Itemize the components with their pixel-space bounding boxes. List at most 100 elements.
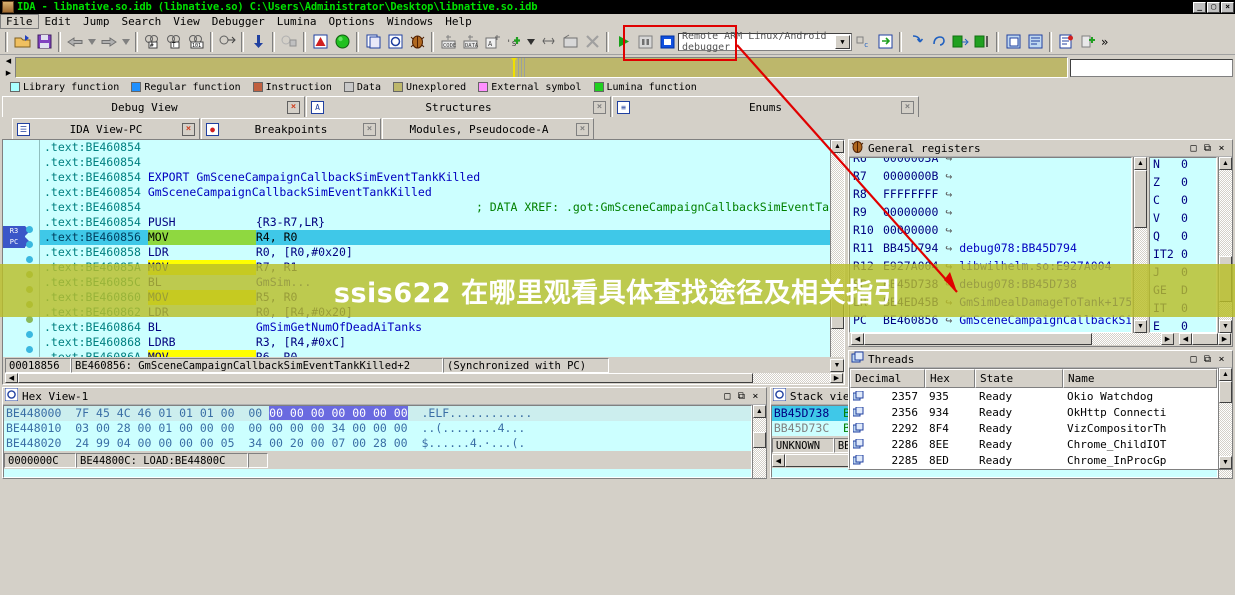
threads-restore-button[interactable]: ⧉	[1202, 354, 1213, 365]
menu-windows[interactable]: Windows	[381, 14, 439, 29]
register-value[interactable]: BB45D794	[883, 241, 938, 255]
flags-hscroll-right-icon[interactable]: ▶	[1218, 333, 1231, 345]
disassembly-code-column[interactable]: .text:BE460854 .text:BE460854 .text:BE46…	[40, 140, 830, 357]
disassembly-line[interactable]: .text:BE460854	[40, 155, 830, 170]
disassembly-line[interactable]: .text:BE46085C BL GmSim...	[40, 275, 830, 290]
tab-enums[interactable]: ≡ Enums ×	[612, 96, 919, 117]
disassembly-line[interactable]: .text:BE460862 LDR R0, [R4,#0x20]	[40, 305, 830, 320]
flag-row[interactable]: V0	[1150, 209, 1216, 227]
scroll-up-icon[interactable]: ▲	[1219, 368, 1232, 381]
threads-col-decimal[interactable]: Decimal	[850, 369, 925, 388]
disassembly-line[interactable]: .text:BE46085A MOV R7, R1	[40, 260, 830, 275]
disassembly-line[interactable]: .text:BE460868 LDRB R3, [R4,#0xC]	[40, 335, 830, 350]
menubar[interactable]: File Edit Jump Search View Debugger Lumi…	[0, 13, 1235, 29]
window-controls[interactable]: _ ▢ ×	[1193, 1, 1234, 13]
make-struct-icon[interactable]: 's	[503, 31, 525, 53]
register-value[interactable]: 0000000B	[883, 169, 938, 183]
hexview-maximize-button[interactable]: □	[722, 391, 733, 402]
hex-bytes-selected[interactable]: 00 00 00 00 00 00 00	[269, 406, 408, 420]
back-dropdown-icon[interactable]	[86, 31, 98, 53]
top-tab-row[interactable]: Debug View × A Structures × ≡ Enums ×	[0, 95, 1235, 117]
hex-view-panel[interactable]: Hex View-1 □ ⧉ × BE448000 7F 45 4C 46 01…	[2, 387, 767, 479]
forward-dropdown-icon[interactable]	[120, 31, 132, 53]
hex-bytes[interactable]: 00	[248, 406, 262, 420]
registers-list[interactable]: R6 0000003A ↪ R7 0000000B ↪ R8 FFFFFFFF ↪ R…	[849, 157, 1132, 333]
table-row[interactable]: 2285 8ED Ready Chrome_InProcGp	[850, 452, 1217, 468]
hex-row[interactable]: BE448020 24 99 04 00 00 00 00 05 34 00 2…	[4, 436, 751, 451]
tab-ida-view-pc[interactable]: ☰ IDA View-PC ×	[12, 118, 200, 139]
hex-view-vscrollbar[interactable]: ▲	[751, 405, 766, 478]
scroll-up-icon[interactable]: ▲	[1134, 157, 1147, 170]
hexview-window-icon[interactable]	[384, 31, 406, 53]
hex-row[interactable]: BE448000 7F 45 4C 46 01 01 01 00 00 00 0…	[4, 406, 751, 421]
hex-bytes[interactable]: 03 00 28 00 01 00 00 00	[75, 421, 234, 435]
registers-maximize-button[interactable]: □	[1188, 143, 1199, 154]
flag-value[interactable]: 0	[1181, 227, 1188, 245]
menu-lumina[interactable]: Lumina	[271, 14, 323, 29]
disassembly-line[interactable]: .text:BE460854 ; DATA XREF: .got:GmSceneC…	[40, 200, 830, 215]
tab-debug-view-close[interactable]: ×	[287, 100, 300, 114]
scroll-down-icon[interactable]: ▼	[1219, 320, 1232, 333]
disassembly-line-selected[interactable]: .text:BE460856 MOV R4, R0	[40, 230, 830, 245]
minimize-button[interactable]: _	[1193, 1, 1206, 13]
hex-row[interactable]: BE448010 03 00 28 00 01 00 00 00 00 00 0…	[4, 421, 751, 436]
close-button[interactable]: ×	[1221, 1, 1234, 13]
run-circle-icon[interactable]	[331, 31, 353, 53]
flag-row[interactable]: IT 0	[1150, 299, 1216, 317]
register-value[interactable]: E927A004	[883, 259, 938, 273]
navigator-arrows[interactable]: ◀ ▶	[2, 57, 15, 78]
registers-vscrollbar[interactable]: ▲ ▼	[1133, 157, 1147, 333]
hex-bytes[interactable]: 24 99 04 00 00 00 00 05	[75, 436, 234, 450]
tab-modules-pseudocode[interactable]: Modules, Pseudocode-A ×	[382, 118, 594, 139]
table-row[interactable]: 2286 8EE Ready Chrome_ChildIOT	[850, 436, 1217, 452]
tab-ida-view-pc-close[interactable]: ×	[182, 122, 195, 136]
make-data-icon[interactable]: DATA	[459, 31, 481, 53]
register-row[interactable]: R9 00000000 ↪	[850, 203, 1131, 221]
add-breakpoint-icon[interactable]	[1077, 31, 1099, 53]
step-into-icon[interactable]	[905, 31, 927, 53]
scroll-down-icon[interactable]: ▼	[1134, 320, 1147, 333]
restore-button[interactable]: ▢	[1207, 1, 1220, 13]
threads-close-button[interactable]: ×	[1216, 354, 1227, 365]
menu-jump[interactable]: Jump	[77, 14, 116, 29]
disassembly-line[interactable]: .text:BE460854	[40, 140, 830, 155]
menu-search[interactable]: Search	[116, 14, 168, 29]
navigate-back-icon[interactable]	[64, 31, 86, 53]
cancel-icon[interactable]	[581, 31, 603, 53]
search-hex-icon[interactable]: #	[141, 31, 163, 53]
general-registers-panel[interactable]: General registers □ ⧉ × R6 0000003A ↪ R7 0…	[848, 139, 1233, 347]
registers-restore-button[interactable]: ⧉	[1202, 143, 1213, 154]
tab-modules-pseudocode-close[interactable]: ×	[576, 122, 589, 136]
threads-table-header[interactable]: Decimal Hex State Name	[850, 369, 1217, 388]
tab-enums-close[interactable]: ×	[901, 100, 914, 114]
nav-right-icon[interactable]: ▶	[2, 69, 15, 78]
hscroll-left-icon[interactable]: ◀	[851, 333, 864, 345]
status-scroll-down-icon[interactable]: ▼	[830, 359, 844, 372]
line-operands[interactable]: GmSimGetNumOfDeadAiTanks	[256, 320, 422, 334]
scroll-up-icon[interactable]: ▲	[831, 140, 844, 153]
flag-row[interactable]: IT2 0	[1150, 245, 1216, 263]
toolbar-overflow[interactable]: »	[1099, 35, 1110, 49]
registers-body[interactable]: R6 0000003A ↪ R7 0000000B ↪ R8 FFFFFFFF ↪ R…	[849, 157, 1232, 333]
disassembly-line[interactable]: .text:BE460858 LDR R0, [R0,#0x20]	[40, 245, 830, 260]
disassembly-line[interactable]: .text:BE460864 BL GmSimGetNumOfDeadAiTank…	[40, 320, 830, 335]
scroll-thumb[interactable]	[831, 299, 844, 329]
flag-value[interactable]: 0	[1181, 158, 1188, 173]
register-row[interactable]: LR BE4ED45B ↪ GmSimDealDamageToTank+175	[850, 293, 1131, 311]
line-operands[interactable]: GmSim...	[256, 275, 311, 289]
hscroll-track[interactable]	[753, 373, 830, 383]
register-value[interactable]: FFFFFFFF	[883, 187, 938, 201]
flag-row[interactable]: C0	[1150, 191, 1216, 209]
line-symbol[interactable]: GmSceneCampaignCallbackSimEventTankKille…	[196, 170, 480, 184]
disassembly-pane[interactable]: R3 PC ▼ .text:BE460	[2, 139, 845, 385]
make-ascii-icon[interactable]: A	[481, 31, 503, 53]
hscroll-right-icon[interactable]: ▶	[1161, 333, 1174, 345]
menu-view[interactable]: View	[167, 14, 206, 29]
scroll-track[interactable]	[752, 448, 766, 478]
struct-dropdown-icon[interactable]	[525, 31, 537, 53]
disassembly-line[interactable]: .text:BE46086A MOV R6, R0	[40, 350, 830, 357]
registers-hscrollbar[interactable]: ◀ ▶ ◀ ▶	[849, 333, 1232, 346]
scroll-thumb[interactable]	[1219, 381, 1232, 403]
save-icon[interactable]	[33, 31, 55, 53]
quick-filter-input[interactable]	[1070, 58, 1233, 77]
